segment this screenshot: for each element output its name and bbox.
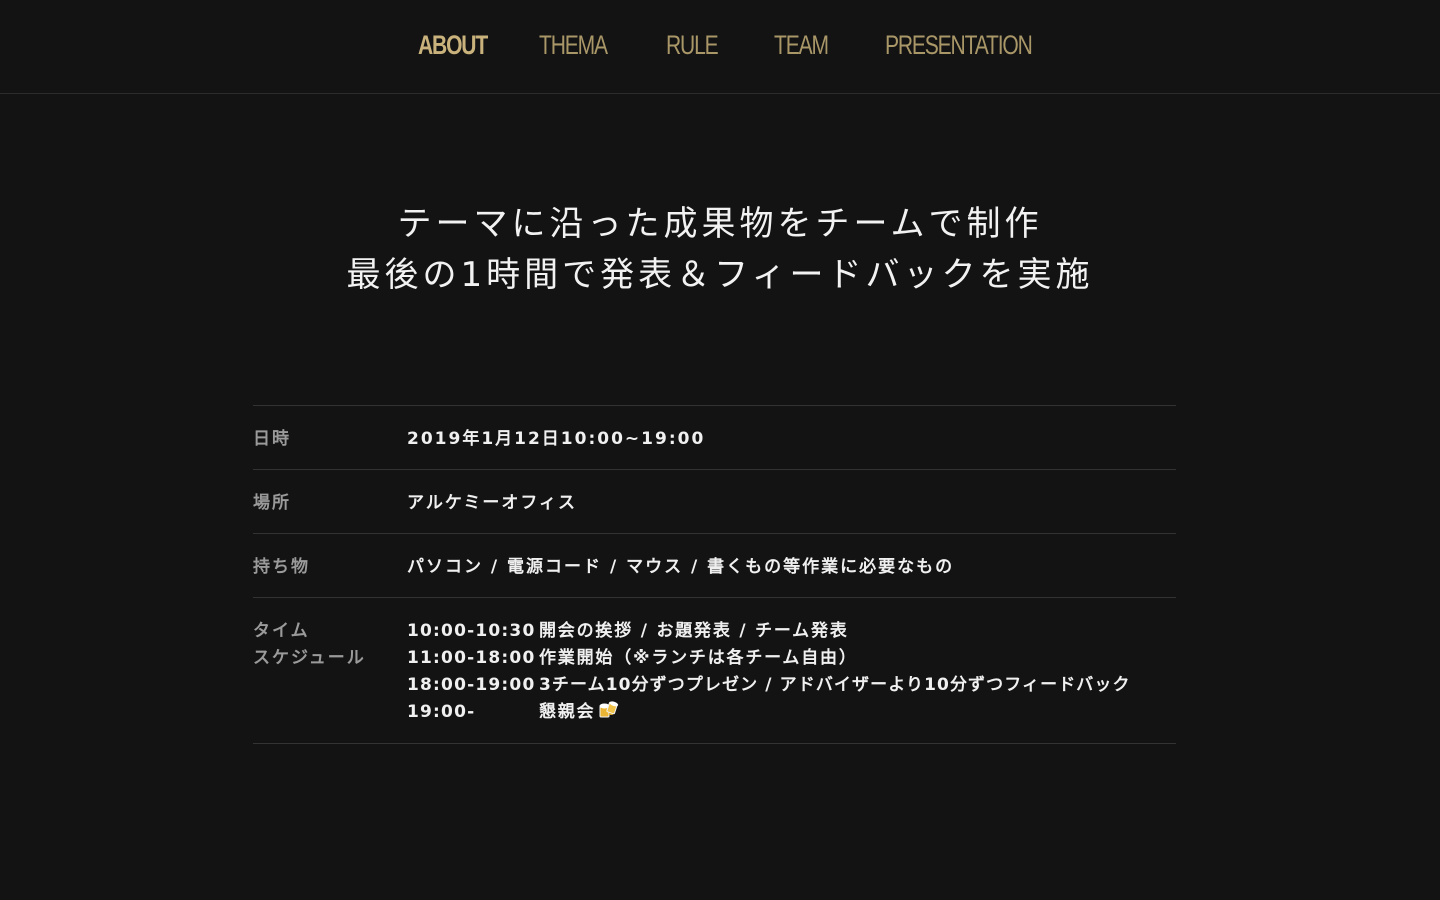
event-info-table: 日時 2019年1月12日10:00~19:00 場所 アルケミーオフィス 持ち… [253,405,1176,744]
info-row-schedule: タイム スケジュール 10:00-10:30 開会の挨拶 / お題発表 / チー… [253,598,1176,744]
schedule-item: 18:00-19:00 3チーム10分ずつプレゼン / アドバイザーより10分ず… [407,672,1176,699]
belongings-label: 持ち物 [253,557,310,577]
schedule-label-line-1: タイム [253,621,310,641]
place-value: アルケミーオフィス [407,493,577,513]
info-row-place: 場所 アルケミーオフィス [253,470,1176,534]
nav-thema[interactable]: THEMA [539,30,608,61]
schedule-item: 19:00- 懇親会 [407,699,1176,726]
hero-heading: テーマに沿った成果物をチームで制作 最後の1時間で発表＆フィードバックを実施 [0,199,1440,301]
schedule-item: 10:00-10:30 開会の挨拶 / お題発表 / チーム発表 [407,618,1176,645]
schedule-label: タイム スケジュール [253,618,366,672]
date-label: 日時 [253,429,291,449]
schedule-time: 19:00- [407,702,476,722]
date-value: 2019年1月12日10:00~19:00 [407,429,706,449]
beer-mugs-icon [598,700,620,729]
hero-line-2: 最後の1時間で発表＆フィードバックを実施 [346,255,1094,295]
belongings-value: パソコン / 電源コード / マウス / 書くもの等作業に必要なもの [407,557,955,577]
info-row-belongings: 持ち物 パソコン / 電源コード / マウス / 書くもの等作業に必要なもの [253,534,1176,598]
nav-presentation[interactable]: PRESENTATION [885,30,1033,61]
top-nav: ABOUT THEMA RULE TEAM PRESENTATION [0,0,1440,94]
schedule-description-wrap: 懇親会 [539,699,620,729]
nav-about[interactable]: ABOUT [418,30,488,61]
hero-line-1: テーマに沿った成果物をチームで制作 [397,204,1043,244]
schedule-item: 11:00-18:00 作業開始（※ランチは各チーム自由） [407,645,1176,672]
schedule-time: 11:00-18:00 [407,648,536,668]
schedule-time: 10:00-10:30 [407,621,536,641]
nav-rule[interactable]: RULE [666,30,719,61]
schedule-list: 10:00-10:30 開会の挨拶 / お題発表 / チーム発表 11:00-1… [407,618,1176,726]
place-label: 場所 [253,493,291,513]
schedule-description: 開会の挨拶 / お題発表 / チーム発表 [539,621,849,641]
schedule-description: 3チーム10分ずつプレゼン / アドバイザーより10分ずつフィードバック [539,675,1131,695]
info-row-date: 日時 2019年1月12日10:00~19:00 [253,406,1176,470]
schedule-description: 懇親会 [539,702,596,722]
nav-team[interactable]: TEAM [774,30,829,61]
schedule-description: 作業開始（※ランチは各チーム自由） [539,648,858,668]
schedule-label-line-2: スケジュール [253,648,366,668]
schedule-time: 18:00-19:00 [407,675,536,695]
